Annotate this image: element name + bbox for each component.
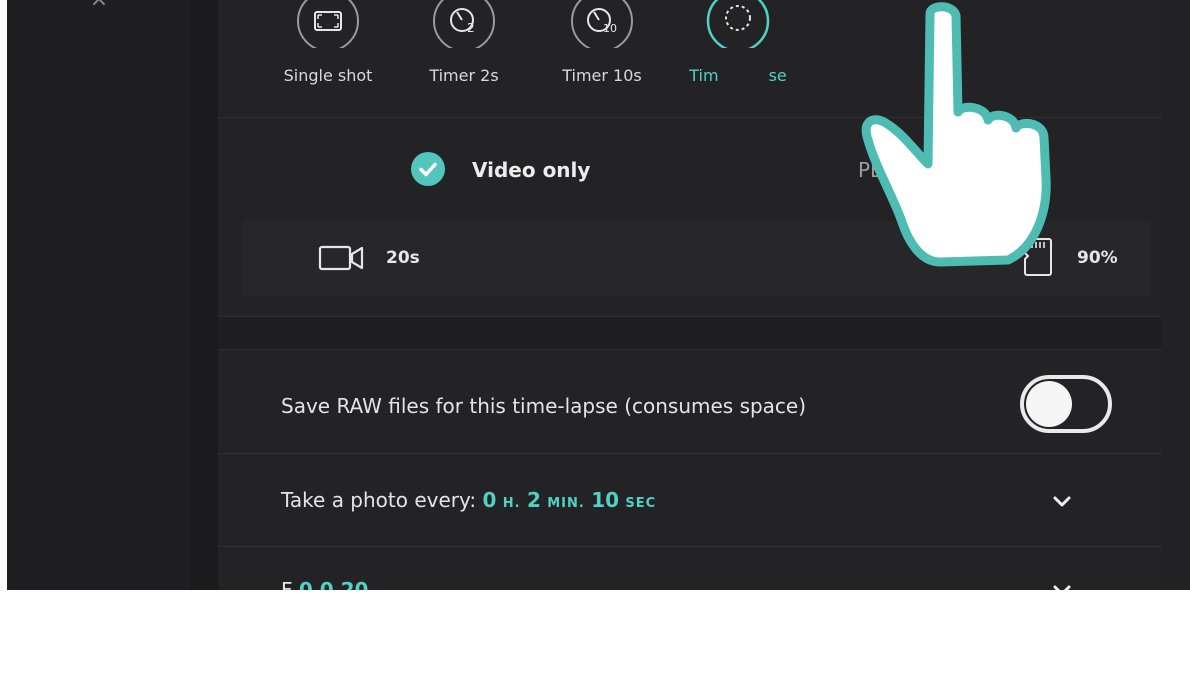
timelapse-duration-row[interactable]: F 0 0 20 bbox=[218, 548, 1162, 590]
timelapse-icon bbox=[706, 0, 770, 53]
interval-hours: 0 bbox=[482, 488, 497, 512]
format-jpeg-label[interactable]: PEG bbox=[858, 158, 898, 182]
photo-interval-row[interactable]: Take a photo every: 0 H. 2 MIN. 10 SEC bbox=[218, 455, 1162, 547]
chevron-down-icon-2[interactable] bbox=[1050, 578, 1074, 590]
timelapse-settings-panel: Single shot 2 Timer 2s 10 Timer 10s Tim … bbox=[218, 0, 1162, 590]
mode-single-shot[interactable]: Single shot bbox=[268, 0, 388, 94]
svg-text:2: 2 bbox=[467, 21, 475, 35]
mode-label-fragment-end: se bbox=[768, 66, 787, 85]
svg-text:10: 10 bbox=[603, 22, 617, 35]
output-format-row: Video only PEG bbox=[218, 118, 1162, 218]
timelapse-duration-label: F bbox=[281, 578, 293, 590]
mode-label-timer-10s: Timer 10s bbox=[562, 66, 642, 85]
interval-seconds: 10 bbox=[591, 488, 620, 512]
left-rail: × bbox=[7, 0, 190, 590]
close-icon[interactable]: × bbox=[87, 0, 111, 11]
mode-label-timelapse: Tim se bbox=[678, 66, 798, 85]
camera-app-screen: × Single shot 2 bbox=[7, 0, 1190, 590]
section-separator bbox=[218, 316, 1162, 350]
interval-minutes: 2 bbox=[526, 488, 541, 512]
capture-mode-bar: Single shot 2 Timer 2s 10 Timer 10s Tim … bbox=[218, 0, 1162, 118]
save-raw-label: Save RAW files for this time-lapse (cons… bbox=[281, 394, 807, 418]
rail-divider bbox=[190, 0, 218, 590]
chevron-down-icon[interactable] bbox=[1050, 489, 1074, 513]
mode-timelapse[interactable]: Tim se bbox=[678, 0, 798, 94]
timer-2-icon: 2 bbox=[432, 0, 496, 52]
video-camera-icon bbox=[318, 245, 364, 271]
save-raw-toggle[interactable] bbox=[1020, 375, 1112, 433]
timelapse-duration-value: 0 0 20 bbox=[298, 578, 369, 590]
mode-label-timer-2s: Timer 2s bbox=[429, 66, 499, 85]
photo-interval-text: Take a photo every: 0 H. 2 MIN. 10 SEC bbox=[281, 488, 656, 512]
double-chevron-right-icon: » bbox=[946, 245, 961, 273]
storage-estimate-bar: 20s » 90% bbox=[243, 221, 1151, 297]
timelapse-duration-text: F 0 0 20 bbox=[281, 578, 368, 590]
save-raw-row: Save RAW files for this time-lapse (cons… bbox=[218, 358, 1162, 454]
check-icon[interactable] bbox=[411, 152, 445, 186]
mode-label-single-shot: Single shot bbox=[283, 66, 373, 85]
interval-hours-unit: H. bbox=[502, 496, 521, 511]
format-video-only-label[interactable]: Video only bbox=[472, 158, 590, 182]
sd-card-icon bbox=[1024, 238, 1052, 276]
frame-icon bbox=[296, 0, 360, 52]
mode-timer-10s[interactable]: 10 Timer 10s bbox=[542, 0, 662, 94]
toggle-knob bbox=[1026, 381, 1072, 427]
interval-seconds-unit: SEC bbox=[625, 496, 657, 511]
sd-card-capacity: 90% bbox=[1077, 248, 1118, 268]
mode-label-fragment-start: Tim bbox=[689, 66, 719, 85]
photo-interval-label: Take a photo every: bbox=[281, 488, 483, 512]
video-duration: 20s bbox=[386, 248, 420, 268]
interval-minutes-unit: MIN. bbox=[547, 496, 585, 511]
timer-10-icon: 10 bbox=[570, 0, 634, 52]
mode-timer-2s[interactable]: 2 Timer 2s bbox=[404, 0, 524, 94]
